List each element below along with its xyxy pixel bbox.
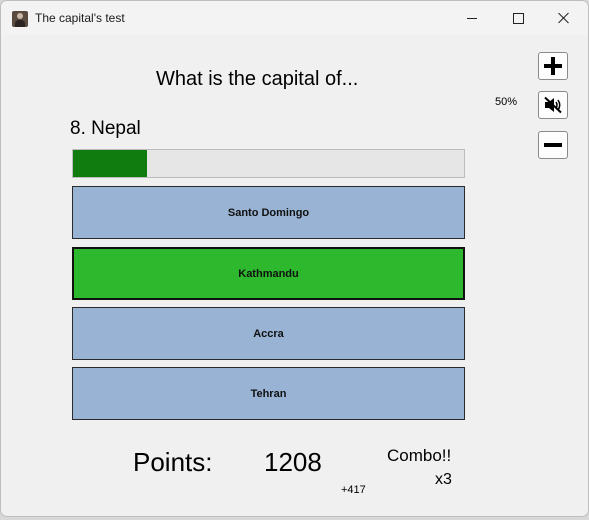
app-icon [12,11,28,27]
points-label: Points: [133,447,213,477]
close-button[interactable] [541,1,587,35]
combo-multiplier: x3 [435,471,452,488]
answer-button[interactable]: Tehran [72,367,465,420]
maximize-icon [512,12,524,24]
volume-level: 50% [495,96,518,108]
answer-button-correct[interactable]: Kathmandu [72,247,465,300]
answer-button[interactable]: Accra [72,307,465,360]
app-window: The capital's test What is the capital o… [0,0,589,517]
country-prompt: 8. Nepal [70,118,141,139]
minimize-icon [467,17,477,19]
plus-icon [544,57,562,75]
volume-down-button[interactable] [538,131,568,159]
minus-icon [544,143,562,147]
close-icon [558,12,570,24]
combo-label: Combo!! [387,446,452,465]
mute-button[interactable] [538,91,568,119]
title-bar[interactable]: The capital's test [1,1,588,35]
minimize-button[interactable] [449,1,495,35]
time-progress-bar [72,149,465,178]
window-title: The capital's test [35,11,125,25]
answer-button[interactable]: Santo Domingo [72,186,465,239]
progress-fill [73,150,148,177]
points-gain: +417 [341,484,366,496]
question-text: What is the capital of... [156,68,359,90]
speaker-muted-icon [544,96,562,114]
points-value: 1208 [264,447,322,477]
maximize-button[interactable] [495,1,541,35]
volume-up-button[interactable] [538,52,568,80]
